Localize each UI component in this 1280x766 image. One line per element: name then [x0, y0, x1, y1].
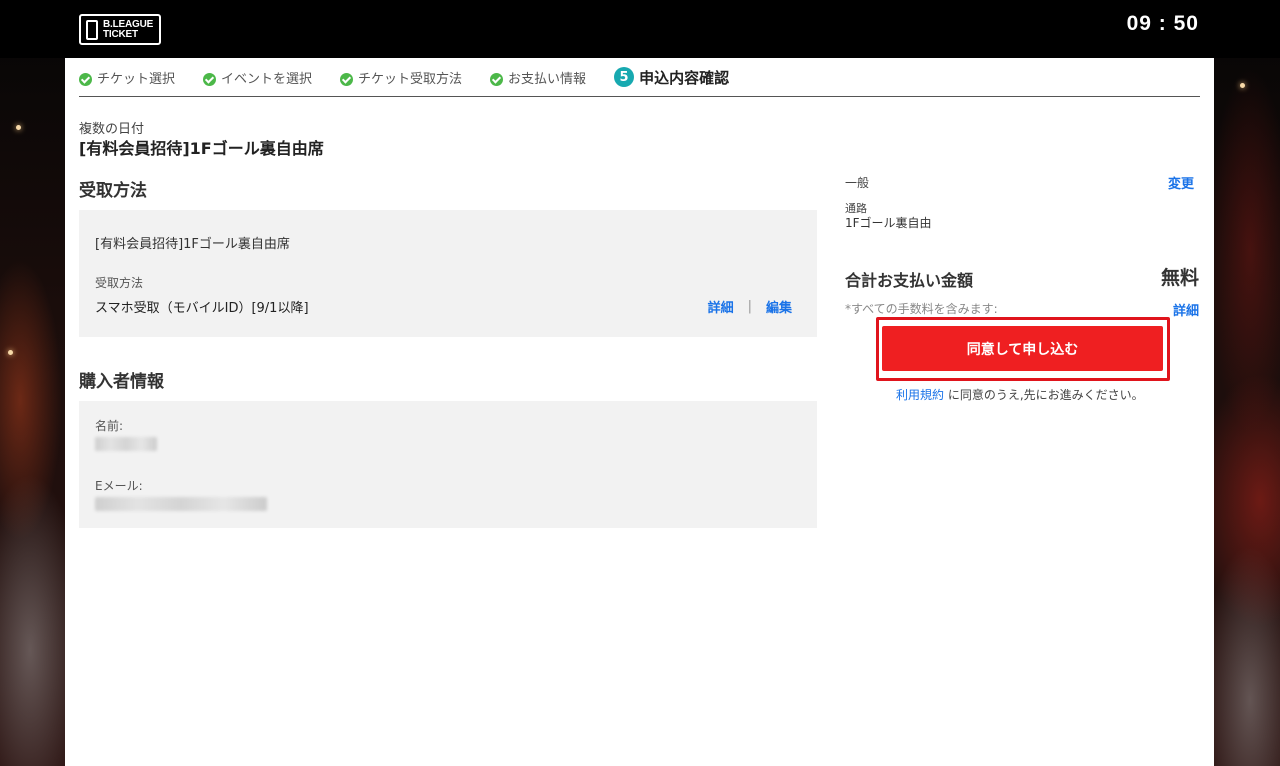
total-label: 合計お支払い金額: [845, 271, 974, 290]
buyer-card: 名前: Eメール:: [79, 401, 817, 528]
step-confirm: 5 申込内容確認: [614, 67, 729, 88]
light-dot: [16, 125, 21, 130]
check-icon: [340, 72, 354, 86]
countdown-timer: 09 : 50: [1126, 12, 1199, 35]
main-panel: チケット選択 イベントを選択 チケット受取方法 お支払い情報 5 申込内容確認 …: [65, 58, 1214, 766]
fee-detail-link[interactable]: 詳細: [1173, 300, 1199, 319]
step-label: 申込内容確認: [639, 68, 730, 87]
step-ticket-select[interactable]: チケット選択: [79, 68, 175, 87]
check-icon: [203, 72, 217, 86]
light-dot: [1240, 83, 1245, 88]
light-dot: [8, 350, 13, 355]
buyer-email-redacted: [95, 497, 267, 511]
step-label: お支払い情報: [508, 71, 587, 87]
step-number-badge: 5: [614, 67, 635, 87]
check-icon: [79, 72, 92, 86]
terms-text: に同意のうえ,先にお進みください。: [947, 388, 1144, 402]
header: B.LEAGUE TICKET 09 : 50: [0, 0, 1280, 58]
terms-notice: 利用規約 に同意のうえ,先にお進みください。: [896, 386, 1144, 403]
receive-actions: 詳細 | 編集: [708, 297, 792, 316]
receive-edit-link[interactable]: 編集: [766, 297, 792, 316]
buyer-name-redacted: [95, 437, 157, 451]
step-label: イベントを選択: [221, 71, 313, 87]
step-receive-method[interactable]: チケット受取方法: [340, 68, 462, 87]
step-label: チケット受取方法: [358, 71, 463, 87]
logo-mark-icon: [86, 19, 98, 40]
receive-section-title: 受取方法: [79, 181, 147, 201]
link-separator: |: [747, 299, 752, 314]
bleague-ticket-logo[interactable]: B.LEAGUE TICKET: [79, 14, 161, 45]
step-event-select[interactable]: イベントを選択: [203, 68, 312, 87]
terms-link[interactable]: 利用規約: [896, 388, 944, 402]
receive-seat: [有料会員招待]1Fゴール裏自由席: [95, 237, 290, 252]
buyer-section-title: 購入者情報: [79, 372, 164, 392]
buyer-name-label: 名前:: [95, 419, 124, 433]
seat-name: 1Fゴール裏自由: [845, 216, 932, 230]
receive-method-label: 受取方法: [95, 276, 144, 290]
logo-line1: B.LEAGUE: [103, 18, 154, 30]
fee-note: *すべての手数料を含みます:: [845, 302, 998, 316]
receive-card: [有料会員招待]1Fゴール裏自由席 受取方法 スマホ受取（モバイルID）[9/1…: [79, 210, 817, 337]
progress-steps: チケット選択 イベントを選択 チケット受取方法 お支払い情報 5 申込内容確認: [79, 58, 1200, 97]
check-icon: [490, 72, 504, 86]
buyer-email-label: Eメール:: [95, 479, 143, 493]
event-title: [有料会員招待]1Fゴール裏自由席: [79, 139, 324, 158]
ticket-type: 一般: [845, 176, 870, 190]
change-link[interactable]: 変更: [1168, 173, 1194, 192]
receive-method-value: スマホ受取（モバイルID）[9/1以降]: [95, 301, 309, 316]
total-value: 無料: [1160, 267, 1199, 289]
step-label: チケット選択: [97, 71, 176, 87]
receive-detail-link[interactable]: 詳細: [708, 297, 734, 316]
step-payment-info[interactable]: お支払い情報: [490, 68, 586, 87]
agree-and-apply-button[interactable]: 同意して申し込む: [882, 326, 1163, 371]
logo-line2: TICKET: [103, 28, 138, 40]
